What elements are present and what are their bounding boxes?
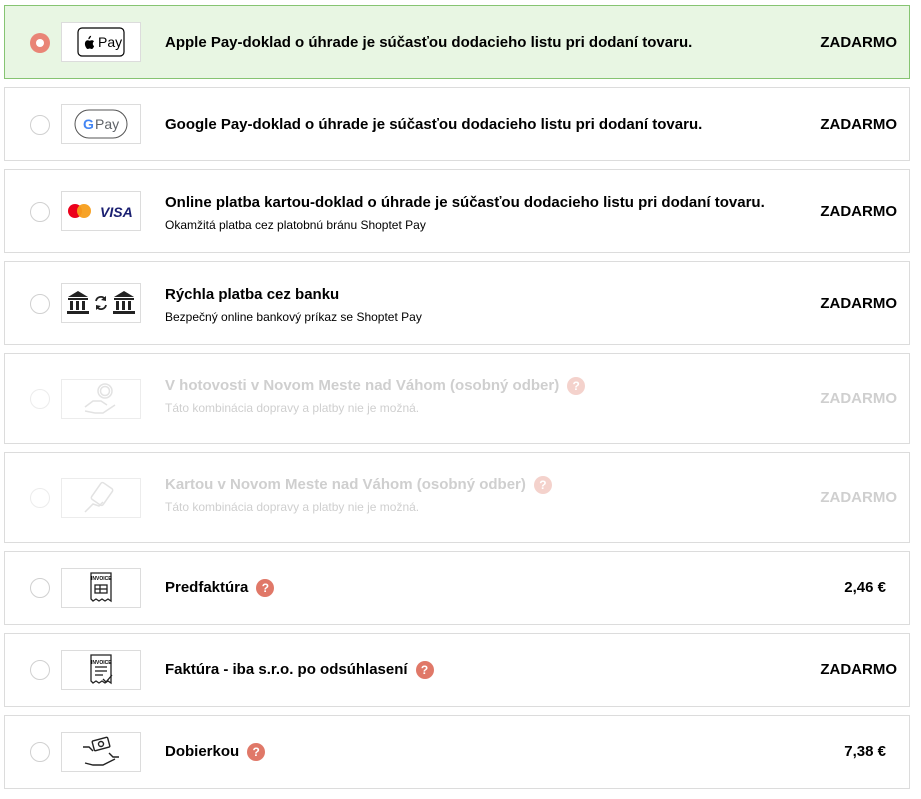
option-price: ZADARMO [820, 34, 897, 51]
option-title: Predfaktúra [165, 579, 249, 596]
option-title: Rýchla platba cez banku [165, 286, 340, 303]
help-icon[interactable]: ? [415, 661, 434, 679]
option-title: Dobierkou [165, 743, 240, 760]
invoice-label: INVOICE [91, 576, 112, 582]
visa-label: VISA [100, 204, 133, 220]
option-subtitle: Táto kombinácia dopravy a platby nie je … [165, 500, 420, 514]
radio-button[interactable] [30, 578, 50, 598]
help-icon[interactable]: ? [256, 579, 275, 597]
radio-button[interactable] [30, 294, 50, 314]
invoice-label: INVOICE [91, 660, 112, 666]
radio-button [30, 389, 50, 409]
invoice-approved-icon: INVOICE [61, 650, 141, 690]
option-subtitle: Táto kombinácia dopravy a platby nie je … [165, 401, 420, 415]
payment-option-cash-on-delivery[interactable]: Dobierkou? 7,38 € [4, 715, 910, 789]
google-pay-icon: G Pay [61, 104, 141, 144]
option-price: 7,38 € [844, 743, 886, 760]
bank-transfer-icon [61, 283, 141, 323]
option-price: ZADARMO [820, 203, 897, 220]
payment-option-card-pickup: Kartou v Novom Meste nad Váhom (osobný o… [4, 452, 910, 543]
option-title: Apple Pay-doklad o úhrade je súčasťou do… [165, 34, 693, 51]
payment-option-card-online[interactable]: VISA Online platba kartou-doklad o úhrad… [4, 169, 910, 253]
radio-button[interactable] [30, 742, 50, 762]
cash-on-delivery-icon [61, 732, 141, 772]
option-title: V hotovosti v Novom Meste nad Váhom (oso… [165, 377, 560, 394]
option-title: Kartou v Novom Meste nad Váhom (osobný o… [165, 476, 526, 493]
help-icon[interactable]: ? [247, 743, 266, 761]
help-icon[interactable]: ? [533, 476, 552, 494]
help-icon[interactable]: ? [567, 377, 586, 395]
option-title: Google Pay-doklad o úhrade je súčasťou d… [165, 116, 703, 133]
google-g-logo: G [83, 116, 94, 132]
option-subtitle: Okamžitá platba cez platobnú bránu Shopt… [165, 218, 426, 232]
apple-pay-label: Pay [98, 34, 123, 50]
payment-option-proforma[interactable]: INVOICE Predfaktúra? 2,46 € [4, 551, 910, 625]
radio-button[interactable] [30, 660, 50, 680]
option-price: ZADARMO [820, 295, 897, 312]
payment-option-cash-pickup: V hotovosti v Novom Meste nad Váhom (oso… [4, 353, 910, 444]
radio-button[interactable] [30, 115, 50, 135]
radio-button[interactable] [30, 33, 50, 53]
cash-hand-icon [61, 379, 141, 419]
option-title: Online platba kartou-doklad o úhrade je … [165, 194, 765, 211]
option-subtitle: Bezpečný online bankový príkaz se Shopte… [165, 310, 422, 324]
mastercard-visa-icon: VISA [61, 191, 141, 231]
payment-option-google-pay[interactable]: G Pay Google Pay-doklad o úhrade je súča… [4, 87, 910, 161]
option-price: ZADARMO [820, 489, 897, 506]
payment-option-bank-transfer[interactable]: Rýchla platba cez banku Bezpečný online … [4, 261, 910, 345]
option-price: ZADARMO [820, 390, 897, 407]
payment-option-apple-pay[interactable]: Pay Apple Pay-doklad o úhrade je súčasťo… [4, 5, 910, 79]
invoice-icon: INVOICE [61, 568, 141, 608]
google-pay-label: Pay [95, 116, 120, 132]
apple-pay-icon: Pay [61, 22, 141, 62]
radio-button [30, 488, 50, 508]
option-title: Faktúra - iba s.r.o. po odsúhlasení [165, 661, 408, 678]
radio-button[interactable] [30, 202, 50, 222]
option-price: 2,46 € [844, 579, 886, 596]
payment-option-invoice[interactable]: INVOICE Faktúra - iba s.r.o. po odsúhlas… [4, 633, 910, 707]
option-price: ZADARMO [820, 116, 897, 133]
card-hand-icon [61, 478, 141, 518]
option-price: ZADARMO [820, 661, 897, 678]
